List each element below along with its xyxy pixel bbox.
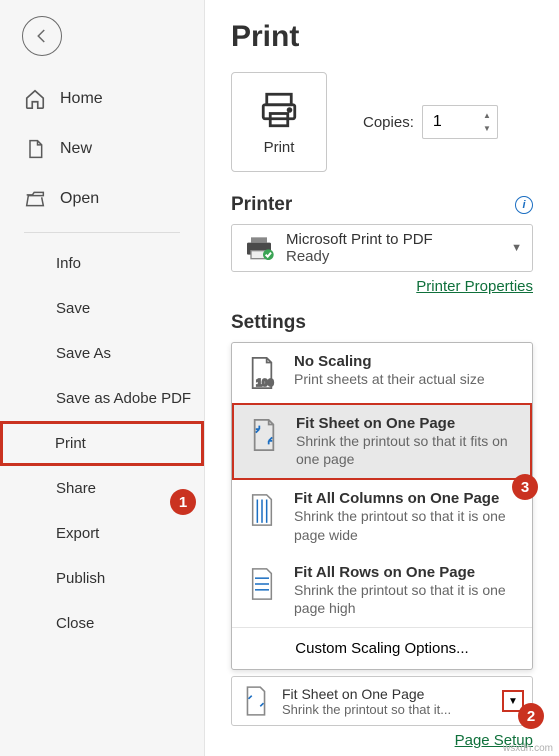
- annotation-badge-1: 1: [170, 489, 196, 515]
- scaling-custom-options[interactable]: Custom Scaling Options...: [232, 627, 532, 669]
- nav-home[interactable]: Home: [0, 74, 204, 124]
- watermark: wsxdn.com: [503, 743, 553, 754]
- info-icon[interactable]: i: [515, 196, 533, 214]
- printer-icon: [257, 89, 301, 131]
- scaling-fit-rows[interactable]: Fit All Rows on One Page Shrink the prin…: [232, 554, 532, 627]
- nav-open[interactable]: Open: [0, 174, 204, 224]
- nav-save-adobe[interactable]: Save as Adobe PDF: [0, 376, 204, 421]
- printer-section-title: Printer i: [231, 194, 533, 216]
- summary-desc: Shrink the printout so that it...: [282, 702, 462, 717]
- scale-title: Fit Sheet on One Page: [296, 415, 516, 432]
- annotation-badge-2: 2: [518, 703, 544, 729]
- scaling-dropdown-menu: 100 No Scaling Print sheets at their act…: [231, 342, 533, 670]
- copies-input[interactable]: 1 ▲ ▼: [422, 105, 498, 139]
- page-title: Print: [231, 20, 533, 54]
- printer-status: Ready: [286, 248, 501, 265]
- no-scaling-icon: 100: [246, 353, 278, 393]
- printer-device-icon: [242, 232, 276, 264]
- scale-desc: Print sheets at their actual size: [294, 370, 518, 388]
- scaling-selected-summary[interactable]: Fit Sheet on One Page Shrink the printou…: [231, 676, 533, 726]
- fit-columns-icon: [246, 490, 278, 530]
- print-button-label: Print: [264, 139, 295, 156]
- summary-title: Fit Sheet on One Page: [282, 686, 492, 702]
- svg-text:100: 100: [256, 377, 274, 389]
- copies-label: Copies:: [363, 114, 414, 131]
- nav-close[interactable]: Close: [0, 601, 204, 646]
- nav-info[interactable]: Info: [0, 241, 204, 286]
- nav-home-label: Home: [60, 90, 103, 108]
- annotation-badge-3: 3: [512, 474, 538, 500]
- scale-title: Fit All Columns on One Page: [294, 490, 518, 507]
- scale-desc: Shrink the printout so that it is one pa…: [294, 507, 518, 543]
- scaling-fit-columns[interactable]: Fit All Columns on One Page Shrink the p…: [232, 480, 532, 553]
- nav-new[interactable]: New: [0, 124, 204, 174]
- fit-rows-icon: [246, 564, 278, 604]
- nav-divider: [24, 232, 180, 233]
- printer-selector[interactable]: Microsoft Print to PDF Ready ▼: [231, 224, 533, 272]
- nav-open-label: Open: [60, 190, 99, 208]
- print-panel: Print Print Copies: 1 ▲ ▼ Printer i Micr…: [205, 0, 559, 756]
- scaling-no-scaling[interactable]: 100 No Scaling Print sheets at their act…: [232, 343, 532, 403]
- fit-sheet-icon: [240, 681, 272, 721]
- settings-section-title: Settings: [231, 312, 533, 334]
- copies-value: 1: [433, 113, 442, 131]
- nav-save-as[interactable]: Save As: [0, 331, 204, 376]
- copies-up-icon[interactable]: ▲: [479, 109, 495, 122]
- nav-export[interactable]: Export: [0, 511, 204, 556]
- home-icon: [24, 88, 46, 110]
- file-icon: [24, 138, 46, 160]
- scale-title: Fit All Rows on One Page: [294, 564, 518, 581]
- nav-new-label: New: [60, 140, 92, 158]
- nav-publish[interactable]: Publish: [0, 556, 204, 601]
- scaling-fit-sheet[interactable]: Fit Sheet on One Page Shrink the printou…: [232, 403, 532, 480]
- printer-name: Microsoft Print to PDF: [286, 231, 501, 248]
- backstage-sidebar: Home New Open Info Save Save As Save as …: [0, 0, 205, 756]
- scale-desc: Shrink the printout so that it fits on o…: [296, 432, 516, 468]
- chevron-down-icon: ▼: [511, 242, 522, 254]
- printer-properties-link[interactable]: Printer Properties: [416, 278, 533, 295]
- back-arrow-icon: [33, 27, 51, 45]
- nav-print[interactable]: Print: [0, 421, 204, 466]
- copies-down-icon[interactable]: ▼: [479, 122, 495, 135]
- scale-desc: Shrink the printout so that it is one pa…: [294, 581, 518, 617]
- back-button[interactable]: [22, 16, 62, 56]
- nav-save[interactable]: Save: [0, 286, 204, 331]
- print-button[interactable]: Print: [231, 72, 327, 172]
- fit-sheet-icon: [248, 415, 280, 455]
- folder-open-icon: [24, 188, 46, 210]
- scale-title: No Scaling: [294, 353, 518, 370]
